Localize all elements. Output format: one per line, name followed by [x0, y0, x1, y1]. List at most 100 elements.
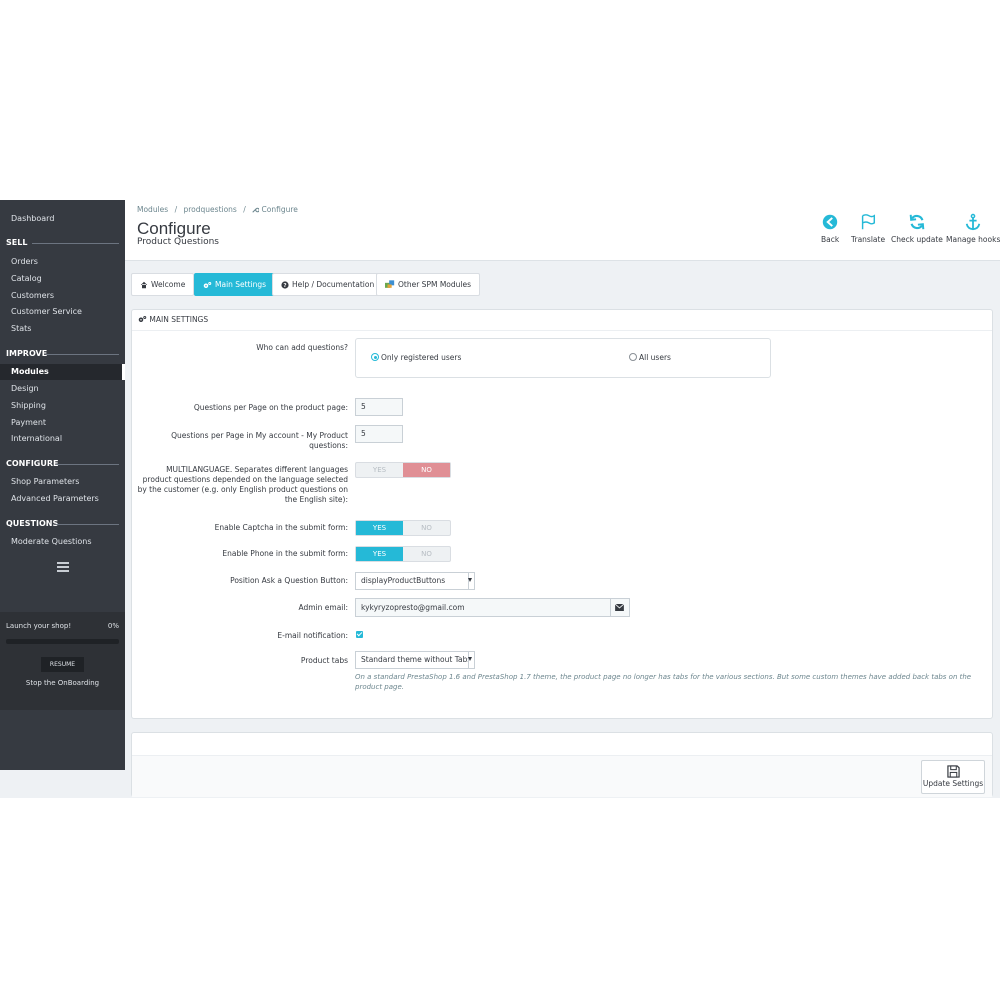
chevron-down-icon: [468, 657, 472, 661]
switch-no[interactable]: NO: [403, 521, 450, 535]
multilanguage-label-line: the English site):: [284, 495, 348, 504]
back-arrow-icon: [822, 214, 838, 230]
sidebar-item-customer-service[interactable]: Customer Service: [11, 306, 82, 318]
translate-button[interactable]: Translate: [851, 213, 885, 244]
stop-onboarding-link[interactable]: Stop the OnBoarding: [0, 679, 125, 687]
onboarding-panel: Launch your shop! 0% RESUME Stop the OnB…: [0, 612, 125, 710]
puzzle-icon: [385, 280, 395, 288]
position-select[interactable]: displayProductButtons: [355, 572, 475, 590]
product-tabs-select[interactable]: Standard theme without Tabs: [355, 651, 475, 669]
tab-main-settings[interactable]: Main Settings: [194, 273, 276, 296]
onboarding-progress-bar: [6, 639, 119, 644]
breadcrumb-modules[interactable]: Modules: [137, 205, 168, 214]
multilanguage-label-line: by the customer (e.g. only English produ…: [137, 485, 348, 494]
sidebar-item-international[interactable]: International: [11, 433, 62, 445]
sidebar-item-shop-parameters[interactable]: Shop Parameters: [11, 476, 79, 488]
multilanguage-label-line: MULTILANGUAGE. Separates different langu…: [166, 465, 348, 474]
email-addon: [611, 598, 630, 617]
admin-email-label: Admin email:: [298, 603, 349, 612]
radio-indicator: [629, 353, 637, 361]
captcha-switch[interactable]: YES NO: [355, 520, 451, 536]
product-tabs-help: On a standard PrestaShop 1.6 and PrestaS…: [355, 673, 972, 691]
gears-icon: [138, 316, 147, 322]
sidebar-section-sell: SELL: [6, 238, 28, 247]
admin-app: Dashboard SELL Orders Catalog Customers …: [0, 200, 1000, 798]
tab-other-modules-label: Other SPM Modules: [398, 280, 471, 289]
breadcrumb-separator: /: [243, 205, 246, 214]
chevron-down-icon: [468, 578, 472, 582]
switch-yes[interactable]: YES: [356, 463, 403, 477]
switch-yes[interactable]: YES: [356, 521, 403, 535]
position-label: Position Ask a Question Button:: [230, 576, 348, 585]
captcha-label: Enable Captcha in the submit form:: [214, 523, 348, 532]
sidebar-item-modules[interactable]: Modules: [11, 366, 49, 378]
sidebar-item-moderate-questions[interactable]: Moderate Questions: [11, 536, 92, 548]
update-settings-button[interactable]: Update Settings: [921, 760, 985, 794]
phone-label: Enable Phone in the submit form:: [222, 549, 348, 558]
sidebar-item-shipping[interactable]: Shipping: [11, 400, 46, 412]
radio-all-users-label: All users: [639, 353, 671, 362]
sidebar-item-design[interactable]: Design: [11, 383, 39, 395]
per-account-label: Questions per Page in My account - My Pr…: [171, 431, 348, 451]
sidebar-section-configure: CONFIGURE: [6, 459, 59, 468]
notification-checkbox[interactable]: [356, 631, 363, 638]
per-page-input[interactable]: 5: [355, 398, 403, 416]
onboarding-label: Launch your shop!: [6, 622, 72, 630]
question-icon: ?: [281, 281, 289, 289]
footer-bar: [132, 755, 992, 797]
radio-only-registered-label: Only registered users: [381, 353, 462, 362]
product-tabs-label: Product tabs: [300, 656, 348, 665]
breadcrumb-prodquestions[interactable]: prodquestions: [184, 205, 237, 214]
switch-yes[interactable]: YES: [356, 547, 403, 561]
admin-email-input[interactable]: kykyryzopresto@gmail.com: [355, 598, 611, 617]
sidebar-divider: [46, 354, 119, 355]
switch-no[interactable]: NO: [403, 547, 450, 561]
gears-icon: [203, 282, 212, 288]
sidebar: Dashboard SELL Orders Catalog Customers …: [0, 200, 125, 770]
breadcrumb-separator: /: [174, 205, 178, 214]
manage-hooks-button[interactable]: Manage hooks: [946, 213, 1000, 244]
sidebar-item-dashboard[interactable]: Dashboard: [11, 213, 54, 225]
breadcrumb: Modules / prodquestions / Configure: [137, 205, 298, 214]
multilanguage-switch[interactable]: YES NO: [355, 462, 451, 478]
envelope-icon: [615, 604, 624, 611]
per-account-input[interactable]: 5: [355, 425, 403, 443]
resume-button[interactable]: RESUME: [41, 657, 84, 672]
sidebar-item-stats[interactable]: Stats: [11, 323, 31, 335]
sidebar-item-advanced-parameters[interactable]: Advanced Parameters: [11, 493, 99, 505]
menu-collapse-icon[interactable]: [57, 562, 69, 574]
sidebar-item-customers[interactable]: Customers: [11, 290, 54, 302]
product-tabs-select-value: Standard theme without Tabs: [361, 655, 472, 664]
radio-only-registered[interactable]: Only registered users: [371, 353, 461, 362]
per-page-label: Questions per Page on the product page:: [193, 403, 348, 412]
multilanguage-label: MULTILANGUAGE. Separates different langu…: [138, 465, 348, 505]
who-can-add-label: Who can add questions?: [256, 343, 348, 352]
notification-label: E-mail notification:: [277, 631, 348, 640]
panel-heading-text: MAIN SETTINGS: [149, 315, 209, 324]
wrench-icon: [252, 205, 261, 214]
update-settings-label: Update Settings: [922, 779, 984, 788]
flag-icon: [861, 214, 876, 230]
sidebar-divider: [32, 243, 119, 244]
tab-help-label: Help / Documentation: [292, 280, 375, 289]
switch-no[interactable]: NO: [403, 463, 450, 477]
tab-help-documentation[interactable]: ? Help / Documentation: [272, 273, 384, 296]
tab-welcome[interactable]: Welcome: [131, 273, 195, 296]
tab-other-spm-modules[interactable]: Other SPM Modules: [376, 273, 480, 296]
sidebar-item-payment[interactable]: Payment: [11, 417, 46, 429]
anchor-icon: [965, 213, 981, 231]
sidebar-item-orders[interactable]: Orders: [11, 256, 38, 268]
sidebar-divider: [56, 524, 119, 525]
onboarding-percent: 0%: [107, 622, 119, 630]
radio-all-users[interactable]: All users: [629, 353, 671, 362]
phone-switch[interactable]: YES NO: [355, 546, 451, 562]
back-button[interactable]: Back: [821, 213, 839, 244]
per-account-label-line: questions:: [309, 441, 348, 450]
sidebar-divider: [56, 464, 119, 465]
who-can-add-radio-group: Only registered users All users: [355, 338, 771, 378]
position-select-value: displayProductButtons: [361, 576, 446, 585]
check-update-button[interactable]: Check update: [891, 213, 943, 244]
sidebar-item-catalog[interactable]: Catalog: [11, 273, 42, 285]
refresh-icon: [909, 214, 925, 230]
multilanguage-label-line: product questions depended on the langua…: [142, 475, 348, 484]
